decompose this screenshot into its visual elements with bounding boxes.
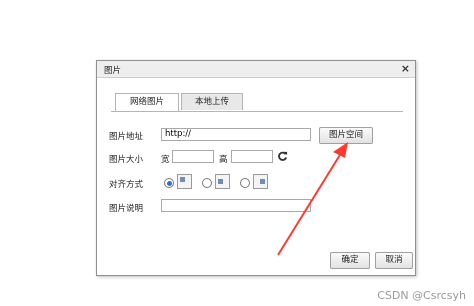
red-annotation-arrow: [277, 142, 348, 256]
watermark: CSDN @Csrcsyh: [377, 289, 466, 302]
